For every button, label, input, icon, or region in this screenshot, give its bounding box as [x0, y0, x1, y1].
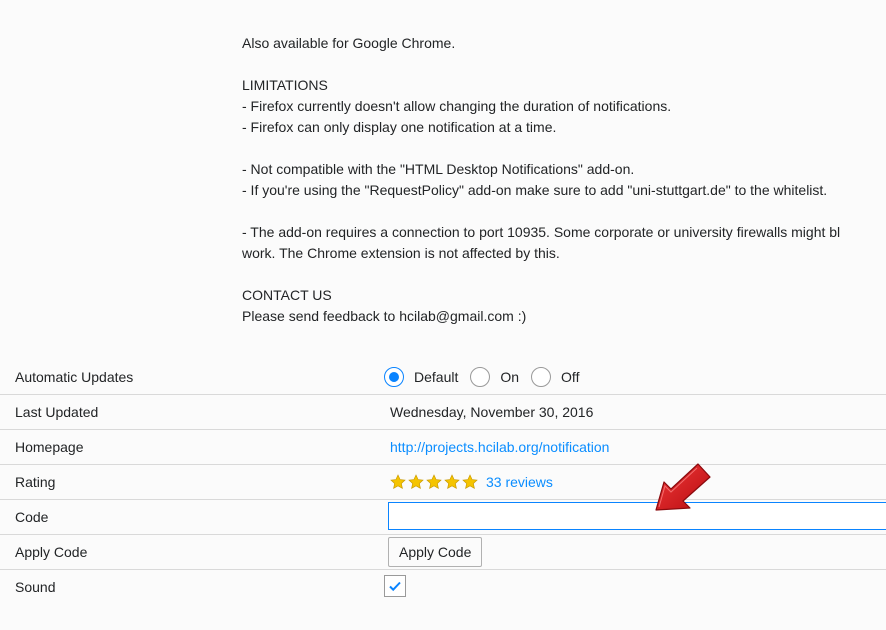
desc-line-feedback: Please send feedback to hcilab@gmail.com… — [242, 308, 527, 324]
rating-stars — [390, 474, 478, 490]
apply-code-label: Apply Code — [15, 544, 88, 560]
addon-details-table: Automatic Updates Default On Off Last Up… — [0, 360, 886, 604]
code-label: Code — [15, 509, 49, 525]
desc-line-limitation-2: - Firefox can only display one notificat… — [242, 119, 557, 135]
code-input[interactable] — [388, 502, 886, 530]
star-icon — [444, 474, 460, 489]
desc-heading-limitations: LIMITATIONS — [242, 77, 328, 93]
last-updated-value: Wednesday, November 30, 2016 — [390, 404, 594, 420]
checkmark-icon — [389, 581, 401, 592]
star-icon — [408, 474, 424, 489]
row-last-updated: Last Updated Wednesday, November 30, 201… — [0, 395, 886, 430]
addon-description: Also available for Google Chrome. LIMITA… — [242, 33, 886, 327]
star-icon — [462, 474, 478, 489]
desc-gap — [242, 138, 886, 159]
reviews-link[interactable]: 33 reviews — [486, 474, 553, 490]
homepage-label: Homepage — [15, 439, 84, 455]
radio-on[interactable] — [470, 367, 491, 387]
desc-line-port-2: work. The Chrome extension is not affect… — [242, 245, 560, 261]
star-icon — [426, 474, 442, 489]
last-updated-label: Last Updated — [15, 404, 99, 420]
radio-off-label[interactable]: Off — [561, 369, 579, 385]
apply-code-button[interactable]: Apply Code — [388, 537, 483, 567]
sound-checkbox[interactable] — [384, 575, 406, 597]
desc-line-limitation-1: - Firefox currently doesn't allow changi… — [242, 98, 672, 114]
sound-label: Sound — [15, 579, 56, 595]
desc-gap — [242, 264, 886, 285]
desc-gap — [242, 54, 886, 75]
desc-gap — [242, 201, 886, 222]
desc-heading-contact: CONTACT US — [242, 287, 332, 303]
row-sound: Sound — [0, 570, 886, 604]
row-code: Code — [0, 500, 886, 535]
desc-line-chrome: Also available for Google Chrome. — [242, 35, 456, 51]
radio-on-label[interactable]: On — [500, 369, 519, 385]
radio-default-label[interactable]: Default — [414, 369, 458, 385]
row-apply-code: Apply Code Apply Code — [0, 535, 886, 570]
radio-off[interactable] — [531, 367, 552, 387]
row-automatic-updates: Automatic Updates Default On Off — [0, 360, 886, 395]
desc-line-port-1: - The add-on requires a connection to po… — [242, 224, 841, 240]
radio-default[interactable] — [384, 367, 404, 387]
red-arrow-annotation-icon — [655, 463, 711, 511]
automatic-updates-label: Automatic Updates — [15, 369, 134, 385]
homepage-link[interactable]: http://projects.hcilab.org/notification — [390, 439, 609, 455]
rating-label: Rating — [15, 474, 56, 490]
row-rating: Rating 33 reviews — [0, 465, 886, 500]
desc-line-compat-2: - If you're using the "RequestPolicy" ad… — [242, 182, 828, 198]
automatic-updates-options: Default On Off — [384, 360, 591, 394]
desc-line-compat-1: - Not compatible with the "HTML Desktop … — [242, 161, 635, 177]
star-icon — [390, 474, 406, 489]
row-homepage: Homepage http://projects.hcilab.org/noti… — [0, 430, 886, 465]
